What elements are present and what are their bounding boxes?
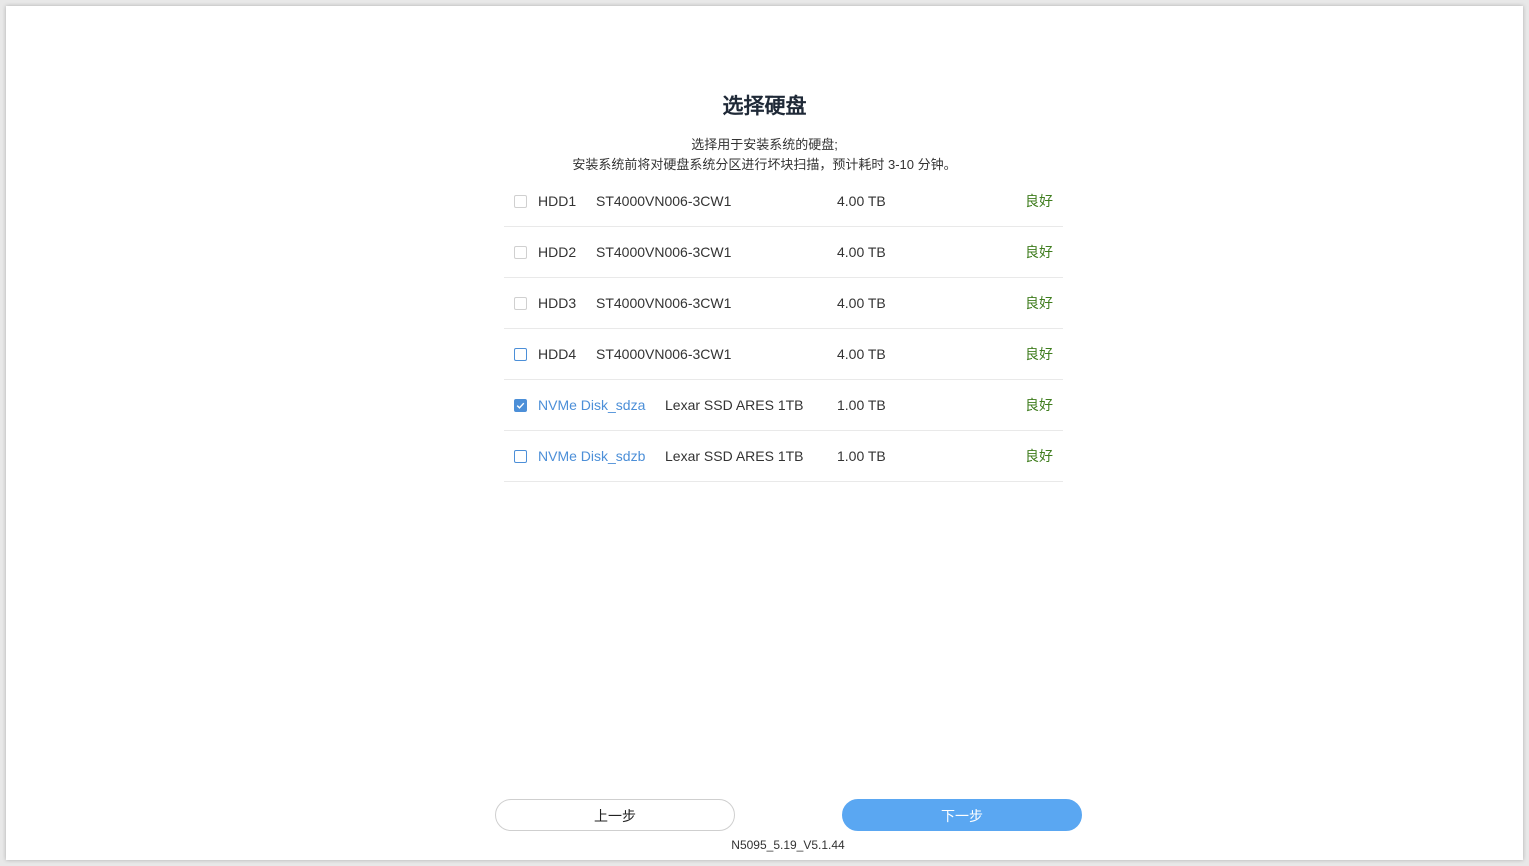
disk-row-hdd3: HDD3 ST4000VN006-3CW1 4.00 TB 良好 <box>504 278 1063 329</box>
prev-step-button[interactable]: 上一步 <box>495 799 735 831</box>
next-step-button[interactable]: 下一步 <box>842 799 1082 831</box>
disk-status: 良好 <box>1025 295 1053 311</box>
page-subtitle-line2: 安装系统前将对硬盘系统分区进行坏块扫描，预计耗时 3-10 分钟。 <box>572 157 957 172</box>
disk-list: HDD1 ST4000VN006-3CW1 4.00 TB 良好 HDD2 ST… <box>504 176 1063 482</box>
disk-name: HDD1 <box>538 193 577 209</box>
disk-checkbox-hdd1[interactable] <box>514 195 527 208</box>
disk-row-hdd4: HDD4 ST4000VN006-3CW1 4.00 TB 良好 <box>504 329 1063 380</box>
disk-name: HDD3 <box>538 295 577 311</box>
version-label: N5095_5.19_V5.1.44 <box>731 838 845 852</box>
disk-row-nvme-sdza: NVMe Disk_sdza Lexar SSD ARES 1TB 1.00 T… <box>504 380 1063 431</box>
disk-status: 良好 <box>1025 448 1053 464</box>
disk-name: HDD2 <box>538 244 577 260</box>
disk-row-hdd1: HDD1 ST4000VN006-3CW1 4.00 TB 良好 <box>504 176 1063 227</box>
page-subtitle-line1: 选择用于安装系统的硬盘; <box>691 137 838 152</box>
disk-name: NVMe Disk_sdza <box>538 397 646 413</box>
disk-model: Lexar SSD ARES 1TB <box>665 397 804 413</box>
disk-checkbox-hdd3[interactable] <box>514 297 527 310</box>
disk-size: 4.00 TB <box>837 295 886 311</box>
disk-name: NVMe Disk_sdzb <box>538 448 646 464</box>
setup-window: 选择硬盘 选择用于安装系统的硬盘; 安装系统前将对硬盘系统分区进行坏块扫描，预计… <box>6 6 1523 860</box>
disk-model: ST4000VN006-3CW1 <box>596 193 732 209</box>
disk-size: 4.00 TB <box>837 244 886 260</box>
check-icon <box>516 402 525 409</box>
disk-size: 4.00 TB <box>837 193 886 209</box>
disk-status: 良好 <box>1025 397 1053 413</box>
disk-model: ST4000VN006-3CW1 <box>596 346 732 362</box>
disk-model: ST4000VN006-3CW1 <box>596 244 732 260</box>
disk-status: 良好 <box>1025 346 1053 362</box>
disk-checkbox-nvme-sdza[interactable] <box>514 399 527 412</box>
page-title: 选择硬盘 <box>722 95 807 118</box>
disk-name: HDD4 <box>538 346 577 362</box>
disk-checkbox-hdd4[interactable] <box>514 348 527 361</box>
disk-model: Lexar SSD ARES 1TB <box>665 448 804 464</box>
disk-size: 1.00 TB <box>837 397 886 413</box>
disk-checkbox-hdd2[interactable] <box>514 246 527 259</box>
disk-size: 4.00 TB <box>837 346 886 362</box>
disk-status: 良好 <box>1025 244 1053 260</box>
disk-status: 良好 <box>1025 193 1053 209</box>
disk-row-nvme-sdzb: NVMe Disk_sdzb Lexar SSD ARES 1TB 1.00 T… <box>504 431 1063 482</box>
disk-row-hdd2: HDD2 ST4000VN006-3CW1 4.00 TB 良好 <box>504 227 1063 278</box>
disk-checkbox-nvme-sdzb[interactable] <box>514 450 527 463</box>
disk-size: 1.00 TB <box>837 448 886 464</box>
disk-model: ST4000VN006-3CW1 <box>596 295 732 311</box>
